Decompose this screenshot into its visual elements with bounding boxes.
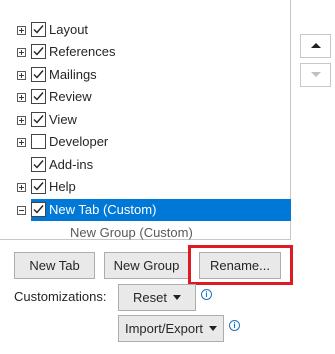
new-group-label: New Group [113, 258, 180, 273]
tree-item-label: Add-ins [49, 157, 94, 172]
tree-item-label: Mailings [49, 67, 97, 82]
expand-plus-icon[interactable] [17, 93, 26, 102]
expand-plus-icon[interactable] [17, 71, 26, 80]
move-up-button[interactable] [300, 34, 331, 58]
arrow-down-icon [311, 72, 321, 77]
import-export-button[interactable]: Import/Export [118, 315, 224, 342]
arrow-up-icon [311, 43, 321, 48]
tree-item-label: Help [49, 179, 76, 194]
expand-plus-icon[interactable] [17, 138, 26, 147]
tab-checkbox[interactable] [31, 67, 46, 82]
dropdown-caret-icon [209, 326, 218, 331]
tree-item-label: New Tab (Custom) [49, 202, 157, 217]
expand-plus-icon[interactable] [17, 26, 26, 35]
move-down-button[interactable] [300, 63, 331, 87]
reset-button[interactable]: Reset [118, 284, 196, 311]
import-export-label: Import/Export [124, 321, 204, 336]
tab-checkbox[interactable] [31, 44, 46, 59]
tree-item-label: References [49, 44, 116, 59]
tree-item-label: View [49, 112, 77, 127]
new-group-button[interactable]: New Group [104, 252, 189, 279]
dropdown-caret-icon [172, 295, 181, 300]
tree-item-label: Layout [49, 22, 89, 37]
expand-plus-icon[interactable] [17, 48, 26, 57]
collapse-minus-icon[interactable] [17, 206, 26, 215]
tab-checkbox[interactable] [31, 112, 46, 127]
info-icon[interactable]: i [201, 289, 212, 300]
tab-checkbox[interactable] [31, 134, 46, 149]
tab-checkbox[interactable] [31, 22, 46, 37]
tree-item-label: Review [49, 89, 92, 104]
expand-plus-icon[interactable] [17, 116, 26, 125]
info-icon[interactable]: i [229, 320, 240, 331]
expand-plus-icon[interactable] [17, 183, 26, 192]
tab-checkbox[interactable] [31, 202, 46, 217]
new-tab-button[interactable]: New Tab [14, 252, 95, 279]
rename-highlight-box [188, 245, 293, 285]
ribbon-tabs-tree[interactable]: Layout References Mailings Review View D… [0, 0, 291, 240]
customizations-label: Customizations: [14, 289, 107, 304]
tab-checkbox[interactable] [31, 89, 46, 104]
new-tab-label: New Tab [29, 258, 80, 273]
reset-label: Reset [133, 290, 167, 305]
tree-item-new-group[interactable]: New Group (Custom) [70, 223, 193, 243]
tab-checkbox[interactable] [31, 157, 46, 172]
tree-item-label: Developer [49, 134, 109, 149]
tab-checkbox[interactable] [31, 179, 46, 194]
